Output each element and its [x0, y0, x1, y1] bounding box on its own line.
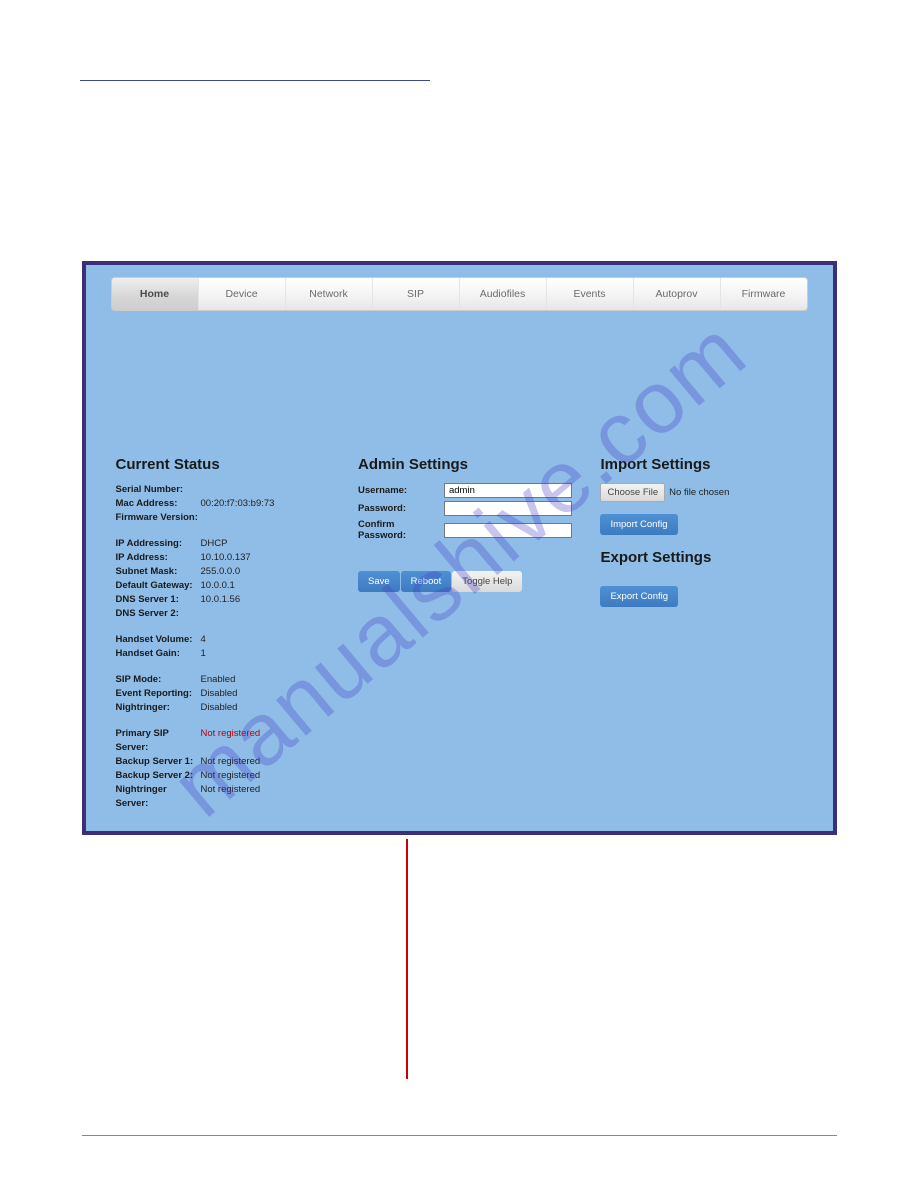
username-row: Username: — [358, 483, 582, 498]
password-label: Password: — [358, 503, 444, 514]
status-serial: Serial Number: — [116, 483, 340, 497]
tab-autoprov[interactable]: Autoprov — [634, 278, 721, 310]
tab-home[interactable]: Home — [112, 278, 199, 310]
app-frame: Home Device Network SIP Audiofiles Event… — [82, 261, 837, 835]
tab-firmware[interactable]: Firmware — [721, 278, 807, 310]
status-event-report: Event Reporting:Disabled — [116, 687, 340, 701]
import-heading: Import Settings — [600, 456, 802, 473]
choose-file-button[interactable]: Choose File — [600, 483, 665, 502]
password-input[interactable] — [444, 501, 572, 516]
status-handset-vol: Handset Volume:4 — [116, 633, 340, 647]
confirm-label: Confirm Password: — [358, 519, 444, 541]
admin-settings-col: Admin Settings Username: Password: Confi… — [358, 456, 582, 811]
status-primary-sip: Primary SIP Server:Not registered — [116, 727, 340, 755]
status-ipaddr: IP Address:10.10.0.137 — [116, 551, 340, 565]
tab-network[interactable]: Network — [286, 278, 373, 310]
tab-device[interactable]: Device — [199, 278, 286, 310]
tab-audiofiles[interactable]: Audiofiles — [460, 278, 547, 310]
status-gateway: Default Gateway:10.0.0.1 — [116, 579, 340, 593]
reboot-button[interactable]: Reboot — [401, 571, 452, 592]
choose-file-row: Choose File No file chosen — [600, 483, 802, 502]
username-label: Username: — [358, 485, 444, 496]
export-heading: Export Settings — [600, 549, 802, 566]
status-handset-gain: Handset Gain:1 — [116, 647, 340, 661]
tab-sip[interactable]: SIP — [373, 278, 460, 310]
confirm-row: Confirm Password: — [358, 519, 582, 541]
top-rule — [80, 80, 430, 81]
status-dns2: DNS Server 2: — [116, 607, 340, 621]
status-nightringer: Nightringer:Disabled — [116, 701, 340, 715]
bottom-rule — [82, 1135, 837, 1136]
current-status-heading: Current Status — [116, 456, 340, 473]
callout-line — [406, 839, 408, 1079]
admin-button-row: Save Reboot Toggle Help — [358, 571, 582, 592]
confirm-input[interactable] — [444, 523, 572, 538]
status-backup2: Backup Server 2:Not registered — [116, 769, 340, 783]
tab-bar: Home Device Network SIP Audiofiles Event… — [111, 277, 808, 311]
app-panel: Home Device Network SIP Audiofiles Event… — [86, 265, 833, 831]
export-config-button[interactable]: Export Config — [600, 586, 678, 607]
status-backup1: Backup Server 1:Not registered — [116, 755, 340, 769]
username-input[interactable] — [444, 483, 572, 498]
status-sip-mode: SIP Mode:Enabled — [116, 673, 340, 687]
status-ipaddr-mode: IP Addressing:DHCP — [116, 537, 340, 551]
current-status-col: Current Status Serial Number: Mac Addres… — [116, 456, 340, 811]
status-subnet: Subnet Mask:255.0.0.0 — [116, 565, 340, 579]
status-firmware: Firmware Version: — [116, 511, 340, 525]
save-button[interactable]: Save — [358, 571, 400, 592]
admin-heading: Admin Settings — [358, 456, 582, 473]
import-config-button[interactable]: Import Config — [600, 514, 677, 535]
toggle-help-button[interactable]: Toggle Help — [452, 571, 522, 592]
status-nightringer-server: Nightringer Server:Not registered — [116, 783, 340, 811]
tab-events[interactable]: Events — [547, 278, 634, 310]
no-file-label: No file chosen — [669, 487, 729, 498]
status-mac: Mac Address:00:20:f7:03:b9:73 — [116, 497, 340, 511]
status-dns1: DNS Server 1:10.0.1.56 — [116, 593, 340, 607]
password-row: Password: — [358, 501, 582, 516]
import-export-col: Import Settings Choose File No file chos… — [600, 456, 802, 811]
